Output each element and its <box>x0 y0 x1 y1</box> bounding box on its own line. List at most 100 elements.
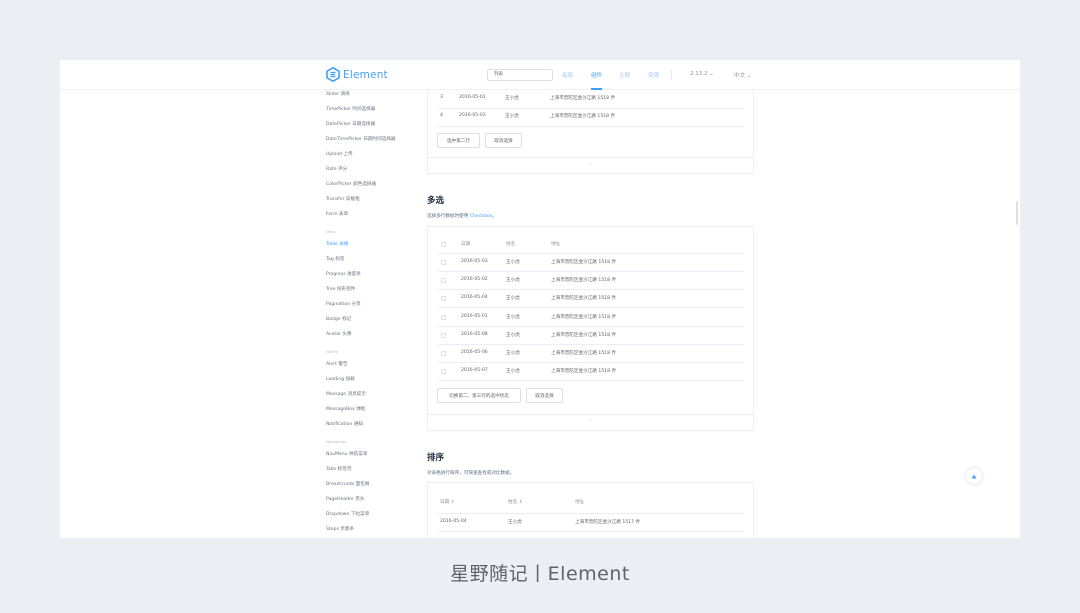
sidebar-item-table[interactable]: Table 表格 <box>326 241 349 247</box>
section-desc-sort: 对表格进行排序，可快速查找或对比数据。 <box>427 471 515 476</box>
header-date: 日期 <box>440 500 450 505</box>
row-checkbox[interactable] <box>441 315 446 320</box>
row-name: 王小虎 <box>506 333 520 338</box>
row-divider <box>438 380 744 381</box>
select-second-row-button[interactable]: 选中第二行 <box>437 133 480 148</box>
row-address: 上海市普陀区金沙江路 1518 弄 <box>551 315 617 320</box>
version-label: 2.13.2 <box>690 71 708 77</box>
row-checkbox[interactable] <box>441 333 446 338</box>
sidebar-item-alert[interactable]: Alert 警告 <box>326 361 348 367</box>
sidebar-item-pageheader[interactable]: PageHeader 页头 <box>326 496 365 502</box>
sidebar-item-datepicker[interactable]: DatePicker 日期选择器 <box>326 121 375 127</box>
search-input[interactable]: 列表 <box>487 69 553 81</box>
element-logo[interactable]: Element <box>326 67 388 82</box>
sidebar-item-dropdown[interactable]: Dropdown 下拉菜单 <box>326 511 369 517</box>
row-divider <box>438 344 744 345</box>
language-dropdown[interactable]: 中文 ⌄ <box>734 71 751 79</box>
sort-caret-icon[interactable]: ⇕ <box>451 500 455 505</box>
watermark-caption: 星野随记丨Element <box>450 563 630 585</box>
select-all-checkbox[interactable] <box>441 242 446 247</box>
page-scrollbar[interactable] <box>1016 201 1018 225</box>
nav-resource[interactable]: 资源 <box>648 71 659 79</box>
language-label: 中文 <box>734 73 746 79</box>
code-toggle-divider <box>428 157 753 158</box>
sidebar-item-rate[interactable]: Rate 评分 <box>326 166 347 172</box>
row-name: 王小虎 <box>505 114 519 119</box>
row-checkbox[interactable] <box>441 278 446 283</box>
nav-active-indicator <box>591 88 602 90</box>
sidebar-item-colorpicker[interactable]: ColorPicker 颜色选择器 <box>326 181 376 187</box>
sidebar-group-data: Data <box>326 229 336 234</box>
row-checkbox[interactable] <box>441 351 446 356</box>
sidebar-item-notification[interactable]: Notification 通知 <box>326 421 363 427</box>
row-address: 上海市普陀区金沙江路 1518 弄 <box>551 351 617 356</box>
row-date: 2016-05-03 <box>461 259 488 264</box>
row-divider <box>438 531 744 532</box>
header-name-sortable[interactable]: 姓名 ⇕ <box>508 499 523 505</box>
nav-component[interactable]: 组件 <box>591 71 602 79</box>
sort-caret-icon[interactable]: ⇕ <box>519 500 523 505</box>
row-date: 2016-05-02 <box>461 277 488 282</box>
sidebar-item-avatar[interactable]: Avatar 头像 <box>326 331 352 337</box>
nav-theme[interactable]: 主题 <box>619 71 630 79</box>
header-address: 地址 <box>575 500 585 505</box>
sidebar-group-navigation: Navigation <box>326 439 347 444</box>
row-address: 上海市普陀区金沙江路 1518 弄 <box>550 114 616 119</box>
row-date: 2016-05-03 <box>459 113 486 118</box>
row-address: 上海市普陀区金沙江路 1518 弄 <box>551 333 617 338</box>
row-date: 2016-05-08 <box>461 332 488 337</box>
header-name: 姓名 <box>506 242 516 247</box>
logo-text: Element <box>343 68 388 81</box>
row-name: 王小虎 <box>508 520 522 525</box>
sidebar-item-datetimepicker[interactable]: DateTimePicker 日期时间选择器 <box>326 136 396 142</box>
header-date-sortable[interactable]: 日期 ⇕ <box>440 499 455 505</box>
row-address: 上海市普陀区金沙江路 1518 弄 <box>551 260 617 265</box>
row-name: 王小虎 <box>506 315 520 320</box>
sidebar-item-tabs[interactable]: Tabs 标签页 <box>326 466 351 472</box>
row-index: 4 <box>440 113 443 118</box>
multi-select-demo: 日期 姓名 地址 2016-05-03 王小虎 上海市普陀区金沙江路 1518 … <box>427 226 754 431</box>
row-checkbox[interactable] <box>441 260 446 265</box>
row-date: 2016-05-01 <box>459 95 486 100</box>
row-name: 王小虎 <box>506 351 520 356</box>
single-select-demo: 3 2016-05-01 王小虎 上海市普陀区金沙江路 1518 弄 4 201… <box>427 82 754 174</box>
sidebar-item-timepicker[interactable]: TimePicker 时间选择器 <box>326 106 375 112</box>
sidebar-item-upload[interactable]: Upload 上传 <box>326 151 353 157</box>
row-date: 2016-05-06 <box>461 350 488 355</box>
sidebar-item-form[interactable]: Form 表单 <box>326 211 348 217</box>
row-divider <box>438 271 744 272</box>
row-divider <box>438 362 744 363</box>
header-date: 日期 <box>461 242 471 247</box>
row-divider <box>438 326 744 327</box>
sidebar-item-transfer[interactable]: Transfer 穿梭框 <box>326 196 360 202</box>
back-to-top-button[interactable] <box>966 468 982 484</box>
row-date: 2016-05-04 <box>461 295 488 300</box>
sidebar-item-message[interactable]: Message 消息提示 <box>326 391 366 397</box>
sidebar-item-messagebox[interactable]: MessageBox 弹框 <box>326 406 365 412</box>
sidebar-item-progress[interactable]: Progress 进度条 <box>326 271 361 277</box>
caret-down-icon[interactable]: ⌄ <box>588 161 592 167</box>
sidebar-item-slider[interactable]: Slider 滑块 <box>326 91 350 97</box>
caret-down-icon[interactable]: ⌄ <box>588 417 592 423</box>
toggle-rows-button[interactable]: 切换第二、第三行的选中状态 <box>437 388 521 403</box>
sidebar-item-breadcrumb[interactable]: Breadcrumb 面包屑 <box>326 481 369 487</box>
sidebar-item-badge[interactable]: Badge 标记 <box>326 316 351 322</box>
sidebar-item-pagination[interactable]: Pagination 分页 <box>326 301 361 307</box>
clear-selection-button[interactable]: 取消选择 <box>526 388 563 403</box>
row-divider <box>438 513 744 514</box>
sidebar-item-navmenu[interactable]: NavMenu 导航菜单 <box>326 451 367 457</box>
sidebar-item-loading[interactable]: Loading 加载 <box>326 376 355 382</box>
sidebar-item-tree[interactable]: Tree 树形控件 <box>326 286 355 292</box>
clear-selection-button[interactable]: 取消选择 <box>485 133 522 148</box>
row-divider <box>438 253 744 254</box>
nav-guide[interactable]: 指南 <box>562 71 573 79</box>
header-name: 姓名 <box>508 500 518 505</box>
row-address: 上海市普陀区金沙江路 1517 弄 <box>575 520 641 525</box>
row-checkbox[interactable] <box>441 369 446 374</box>
row-checkbox[interactable] <box>441 296 446 301</box>
version-dropdown[interactable]: 2.13.2 ⌄ <box>690 71 714 77</box>
row-address: 上海市普陀区金沙江路 1518 弄 <box>550 96 616 101</box>
row-date: 2016-05-01 <box>461 314 488 319</box>
sidebar-item-tag[interactable]: Tag 标签 <box>326 256 344 262</box>
sidebar-item-steps[interactable]: Steps 步骤条 <box>326 526 354 532</box>
